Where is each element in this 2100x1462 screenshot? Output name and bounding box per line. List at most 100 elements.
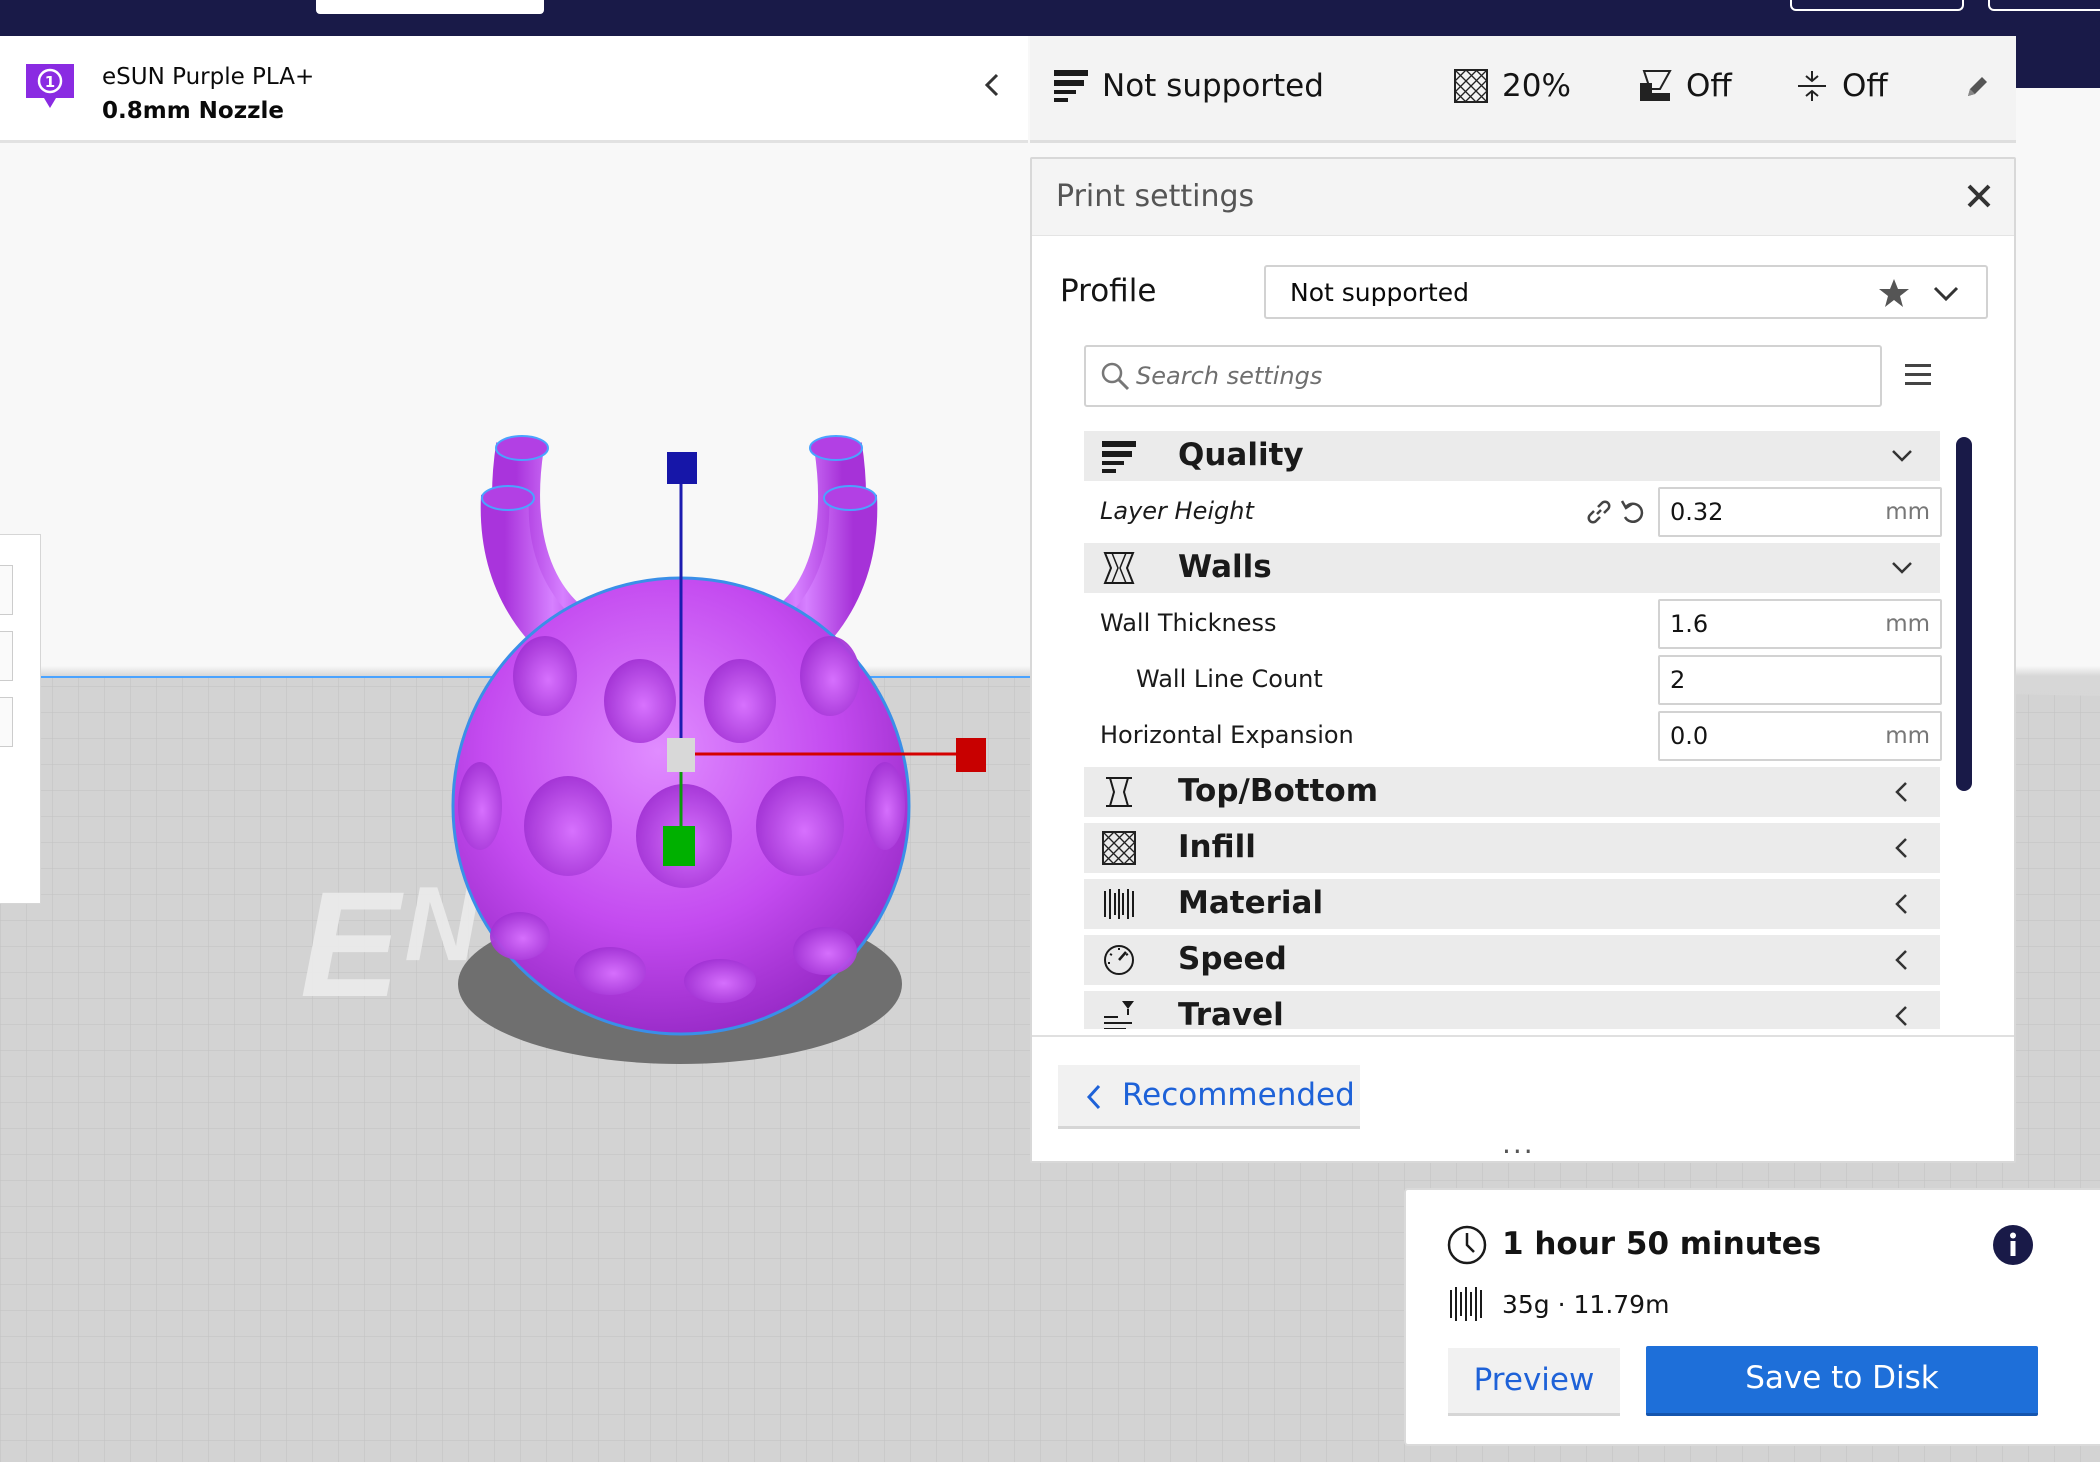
horizontal-expansion-input[interactable]: 0.0 mm — [1658, 711, 1942, 761]
print-setup-summary-bar[interactable]: Not supported 20% Off Off — [1030, 36, 2016, 143]
summary-profile[interactable]: Not supported — [1054, 66, 1324, 106]
category-label: Speed — [1178, 941, 1287, 977]
category-top-bottom[interactable]: Top/Bottom — [1084, 767, 1940, 817]
top-bottom-icon — [1106, 777, 1132, 807]
category-travel[interactable]: Travel — [1084, 991, 1940, 1029]
chevron-left-icon — [1895, 1006, 1907, 1026]
support-icon — [1640, 70, 1672, 101]
summary-support[interactable]: Off — [1638, 66, 1732, 106]
category-label: Top/Bottom — [1178, 773, 1379, 809]
setting-value: 0.0 — [1670, 722, 1709, 750]
layer-height-input[interactable]: 0.32 mm — [1658, 487, 1942, 537]
estimated-print-time: 1 hour 50 minutes — [1502, 1226, 1822, 1262]
extruder-badge-icon: 1 — [26, 64, 74, 108]
setting-layer-height: Layer Height 0.32 mm — [1084, 485, 1942, 541]
category-walls[interactable]: Walls — [1084, 543, 1940, 593]
header-extension — [2016, 36, 2100, 88]
gizmo-z-handle[interactable] — [667, 452, 697, 484]
material-name: eSUN Purple PLA+ — [102, 64, 315, 90]
settings-scrollbar[interactable] — [1956, 437, 1972, 791]
tool-button[interactable] — [0, 697, 13, 747]
reset-icon[interactable] — [1618, 497, 1648, 527]
chevron-down-icon[interactable] — [1932, 279, 1960, 307]
chevron-left-icon — [1895, 894, 1907, 914]
divider — [1032, 1035, 2014, 1037]
summary-profile-label: Not supported — [1102, 68, 1324, 104]
category-speed[interactable]: Speed — [1084, 935, 1940, 985]
svg-text:1: 1 — [45, 73, 55, 91]
category-infill[interactable]: Infill — [1084, 823, 1940, 873]
travel-icon — [1104, 1001, 1134, 1029]
infill-icon — [1102, 831, 1136, 865]
clock-icon — [1447, 1225, 1487, 1265]
chevron-left-icon — [1895, 950, 1907, 970]
estimated-material-usage: 35g · 11.79m — [1502, 1290, 1670, 1319]
resize-handle[interactable]: ... — [1502, 1130, 1535, 1158]
quality-icon — [1054, 70, 1088, 102]
summary-adhesion-value: Off — [1842, 68, 1888, 104]
chevron-left-icon — [1895, 838, 1907, 858]
chevron-down-icon — [1892, 562, 1912, 574]
save-to-disk-button[interactable]: Save to Disk — [1646, 1346, 2038, 1416]
setting-label: Wall Line Count — [1136, 665, 1323, 693]
wall-thickness-input[interactable]: 1.6 mm — [1658, 599, 1942, 649]
gizmo-y-handle[interactable] — [663, 826, 695, 866]
search-settings-box — [1084, 345, 1882, 407]
gizmo-x-handle[interactable] — [956, 738, 986, 772]
nozzle-size: 0.8mm Nozzle — [102, 98, 284, 124]
setting-label: Layer Height — [1100, 497, 1254, 525]
tool-button[interactable] — [0, 631, 13, 681]
save-to-disk-label: Save to Disk — [1745, 1360, 1939, 1396]
printer-selector[interactable]: 1 eSUN Purple PLA+ 0.8mm Nozzle — [0, 36, 1028, 143]
category-label: Walls — [1178, 549, 1272, 585]
category-label: Quality — [1178, 437, 1304, 473]
print-settings-panel: Print settings Profile Not supported Sea… — [1030, 157, 2016, 1163]
tool-strip — [0, 534, 41, 904]
print-settings-header: Print settings — [1032, 159, 2014, 236]
setting-unit: mm — [1885, 723, 1930, 749]
star-icon[interactable] — [1878, 277, 1910, 309]
category-material[interactable]: Material — [1084, 879, 1940, 929]
profile-dropdown[interactable]: Not supported — [1264, 265, 1988, 319]
chevron-down-icon — [1892, 450, 1912, 462]
setting-unit: mm — [1885, 499, 1930, 525]
wall-line-count-input[interactable]: 2 — [1658, 655, 1942, 705]
setting-label: Horizontal Expansion — [1100, 721, 1354, 749]
summary-infill[interactable]: 20% — [1454, 66, 1571, 106]
summary-support-value: Off — [1686, 68, 1732, 104]
info-icon[interactable] — [1992, 1224, 2034, 1266]
chevron-left-icon[interactable] — [980, 72, 1006, 98]
speedometer-icon — [1104, 945, 1134, 975]
pencil-icon[interactable] — [1964, 74, 1990, 100]
link-icon[interactable] — [1584, 497, 1614, 527]
setting-value: 1.6 — [1670, 610, 1709, 638]
preview-button[interactable]: Preview — [1448, 1348, 1620, 1416]
setting-horizontal-expansion: Horizontal Expansion 0.0 mm — [1084, 709, 1942, 765]
tool-button[interactable] — [0, 565, 13, 615]
chevron-left-icon — [1895, 782, 1907, 802]
walls-icon — [1103, 552, 1135, 584]
setting-value: 2 — [1670, 666, 1686, 694]
summary-infill-value: 20% — [1502, 68, 1571, 104]
summary-adhesion[interactable]: Off — [1796, 66, 1888, 106]
settings-visibility-menu-icon[interactable] — [1902, 359, 1934, 391]
chevron-left-icon — [1086, 1084, 1101, 1110]
recommended-button[interactable]: Recommended — [1058, 1065, 1360, 1129]
settings-list: Quality Layer Height 0.32 mm Walls Wall … — [1084, 431, 1954, 1029]
stage-tab[interactable] — [316, 0, 544, 14]
infill-icon — [1454, 69, 1488, 103]
header-button[interactable] — [1790, 0, 1964, 11]
preview-label: Preview — [1473, 1362, 1595, 1398]
category-label: Material — [1178, 885, 1324, 921]
top-header-bar — [0, 0, 2100, 36]
close-icon[interactable] — [1962, 179, 1996, 213]
header-button[interactable] — [1988, 0, 2100, 11]
gizmo-center-handle[interactable] — [667, 738, 695, 772]
profile-label: Profile — [1060, 273, 1157, 309]
setting-unit: mm — [1885, 611, 1930, 637]
category-quality[interactable]: Quality — [1084, 431, 1940, 481]
search-settings-input[interactable] — [1134, 355, 1868, 397]
setting-value: 0.32 — [1670, 498, 1724, 526]
search-icon — [1101, 362, 1130, 391]
profile-value: Not supported — [1290, 278, 1469, 307]
